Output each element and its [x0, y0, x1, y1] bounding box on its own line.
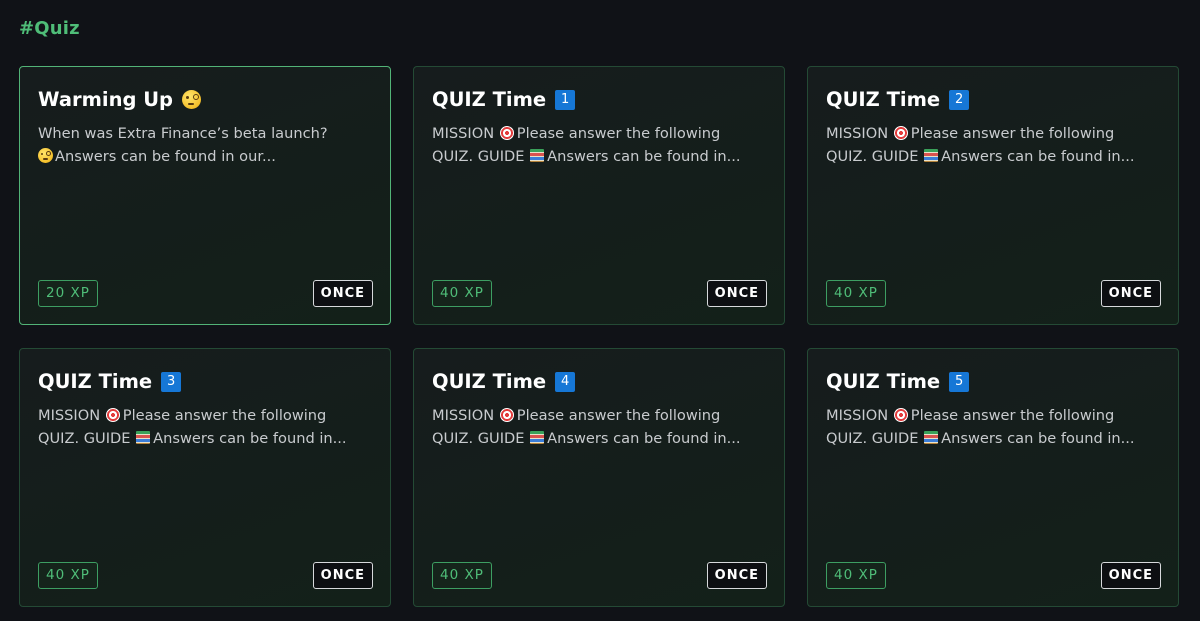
quiz-card-quiz-time-4[interactable]: QUIZ Time 4 MISSION Please answer the fo… [413, 348, 785, 607]
guide-label: QUIZ. GUIDE [432, 148, 525, 165]
card-description: MISSION Please answer the following QUIZ… [432, 122, 762, 168]
card-title: QUIZ Time 1 [432, 88, 576, 111]
card-description: MISSION Please answer the following QUIZ… [38, 404, 368, 450]
quiz-card-quiz-time-5[interactable]: QUIZ Time 5 MISSION Please answer the fo… [807, 348, 1179, 607]
monocle-face-icon [182, 90, 202, 109]
frequency-badge: ONCE [312, 280, 373, 307]
frequency-badge: ONCE [706, 562, 767, 589]
card-description-line-2: Answers can be found in... [941, 430, 1135, 447]
card-description-line-1: Please answer the following [516, 125, 721, 142]
card-description: MISSION Please answer the following QUIZ… [826, 122, 1156, 168]
card-description: MISSION Please answer the following QUIZ… [826, 404, 1156, 450]
frequency-badge: ONCE [312, 562, 373, 589]
card-title: QUIZ Time 3 [38, 370, 182, 393]
number-badge-icon: 3 [161, 371, 182, 392]
quiz-card-quiz-time-2[interactable]: QUIZ Time 2 MISSION Please answer the fo… [807, 66, 1179, 325]
card-description: MISSION Please answer the following QUIZ… [432, 404, 762, 450]
books-icon [136, 431, 151, 444]
card-description: When was Extra Finance’s beta launch? An… [38, 122, 368, 168]
card-description-line-1: Please answer the following [910, 125, 1115, 142]
target-icon [499, 408, 514, 422]
card-title-text: QUIZ Time [432, 370, 547, 393]
mission-label: MISSION [826, 125, 889, 142]
quiz-page: #Quiz Warming Up When was Extra Finance’… [0, 0, 1200, 621]
card-description-line-2: Answers can be found in... [941, 148, 1135, 165]
target-icon [893, 126, 908, 140]
card-description-line-2: Answers can be found in our... [55, 148, 276, 165]
xp-badge: 40 XP [826, 280, 886, 307]
frequency-badge: ONCE [706, 280, 767, 307]
books-icon [530, 431, 545, 444]
quiz-card-grid: Warming Up When was Extra Finance’s beta… [19, 66, 1179, 607]
number-badge-icon: 5 [949, 371, 970, 392]
guide-label: QUIZ. GUIDE [432, 430, 525, 447]
number-badge-icon: 1 [555, 89, 576, 110]
card-title: QUIZ Time 4 [432, 370, 576, 393]
xp-badge: 40 XP [432, 562, 492, 589]
card-title-text: QUIZ Time [826, 370, 941, 393]
mission-label: MISSION [826, 407, 889, 424]
card-title-text: QUIZ Time [38, 370, 153, 393]
guide-label: QUIZ. GUIDE [826, 430, 919, 447]
mission-label: MISSION [38, 407, 101, 424]
card-title-text: QUIZ Time [826, 88, 941, 111]
target-icon [893, 408, 908, 422]
guide-label: QUIZ. GUIDE [826, 148, 919, 165]
card-title-text: QUIZ Time [432, 88, 547, 111]
card-description-line-2: Answers can be found in... [547, 148, 741, 165]
xp-badge: 40 XP [826, 562, 886, 589]
card-description-line-1: Please answer the following [910, 407, 1115, 424]
card-title: QUIZ Time 5 [826, 370, 970, 393]
books-icon [924, 149, 939, 162]
books-icon [924, 431, 939, 444]
quiz-card-quiz-time-3[interactable]: QUIZ Time 3 MISSION Please answer the fo… [19, 348, 391, 607]
card-description-line-1: When was Extra Finance’s beta launch? [38, 125, 328, 142]
card-description-line-1: Please answer the following [122, 407, 327, 424]
card-description-line-1: Please answer the following [516, 407, 721, 424]
target-icon [499, 126, 514, 140]
card-description-line-2: Answers can be found in... [153, 430, 347, 447]
target-icon [105, 408, 120, 422]
card-title-text: Warming Up [38, 88, 174, 111]
books-icon [530, 149, 545, 162]
xp-badge: 20 XP [38, 280, 98, 307]
quiz-card-quiz-time-1[interactable]: QUIZ Time 1 MISSION Please answer the fo… [413, 66, 785, 325]
guide-label: QUIZ. GUIDE [38, 430, 131, 447]
frequency-badge: ONCE [1100, 562, 1161, 589]
number-badge-icon: 2 [949, 89, 970, 110]
section-title: #Quiz [19, 18, 80, 39]
mission-label: MISSION [432, 125, 495, 142]
quiz-card-warming-up[interactable]: Warming Up When was Extra Finance’s beta… [19, 66, 391, 325]
mission-label: MISSION [432, 407, 495, 424]
xp-badge: 40 XP [432, 280, 492, 307]
number-badge-icon: 4 [555, 371, 576, 392]
card-title: Warming Up [38, 88, 202, 111]
frequency-badge: ONCE [1100, 280, 1161, 307]
card-title: QUIZ Time 2 [826, 88, 970, 111]
card-description-line-2: Answers can be found in... [547, 430, 741, 447]
monocle-face-icon [38, 148, 53, 163]
xp-badge: 40 XP [38, 562, 98, 589]
